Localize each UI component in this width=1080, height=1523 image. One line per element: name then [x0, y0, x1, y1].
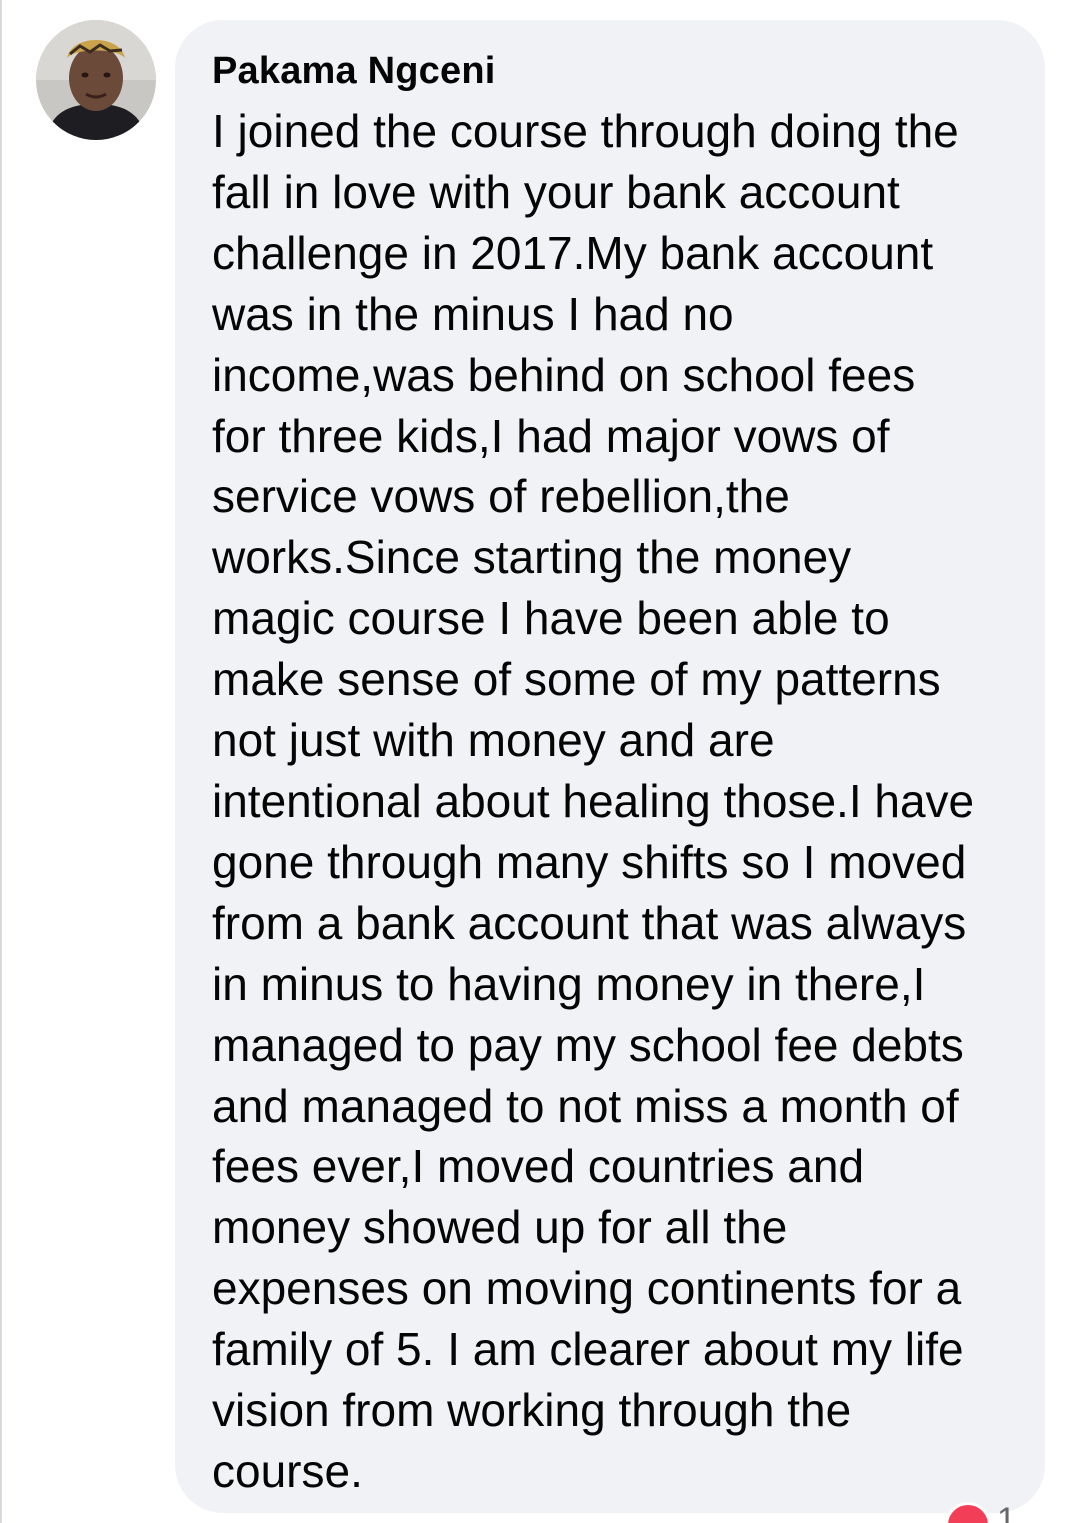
comment-line: I joined the course through doing the — [212, 105, 959, 157]
comment-bubble: Pakama Ngceni I joined the course throug… — [175, 20, 1045, 1513]
comment-line: managed to pay my school fee debts — [212, 1018, 964, 1071]
reaction-count: 1 — [997, 1501, 1016, 1523]
reaction-summary[interactable]: 1 — [945, 1500, 1055, 1523]
comment-line: and managed to not miss a month of — [212, 1079, 959, 1132]
comment-line: in minus to having money in there,I — [212, 957, 926, 1010]
comment-line: income,was behind on school fees — [212, 348, 916, 401]
comment-author-name[interactable]: Pakama Ngceni — [212, 46, 1025, 96]
comment-line: expenses on moving continents for a — [212, 1262, 962, 1315]
comment-line: family of 5. I am clearer about my life — [212, 1323, 964, 1376]
comment-line: service vows of rebellion,the — [212, 470, 790, 523]
comment-line: vision from working through the — [212, 1384, 852, 1437]
comment-line: works.Since starting the money — [212, 531, 852, 584]
profile-photo-icon — [36, 20, 156, 140]
comment-line: money showed up for all the — [212, 1201, 788, 1254]
comment-line: make sense of some of my patterns — [212, 653, 941, 706]
comment-line: not just with money and are — [212, 714, 775, 767]
avatar[interactable] — [36, 20, 156, 140]
comment-line: course. — [212, 1444, 363, 1497]
comment-line: from a bank account that was always — [212, 896, 967, 949]
comment-line: gone through many shifts so I moved — [212, 835, 967, 888]
thread-line — [0, 0, 2, 1523]
love-reaction-icon — [945, 1502, 991, 1523]
comment-line: challenge in 2017.My bank account — [212, 226, 934, 279]
comment-line: was in the minus I had no — [212, 287, 734, 340]
comment-line: for three kids,I had major vows of — [212, 409, 890, 462]
comment-line: intentional about healing those.I have — [212, 774, 975, 827]
comment-text: I joined the course through doing the fa… — [212, 101, 1025, 1502]
comment-line: fall in love with your bank account — [212, 165, 900, 218]
comment-line: fees ever,I moved countries and — [212, 1140, 865, 1193]
comment-line: magic course I have been able to — [212, 592, 890, 645]
